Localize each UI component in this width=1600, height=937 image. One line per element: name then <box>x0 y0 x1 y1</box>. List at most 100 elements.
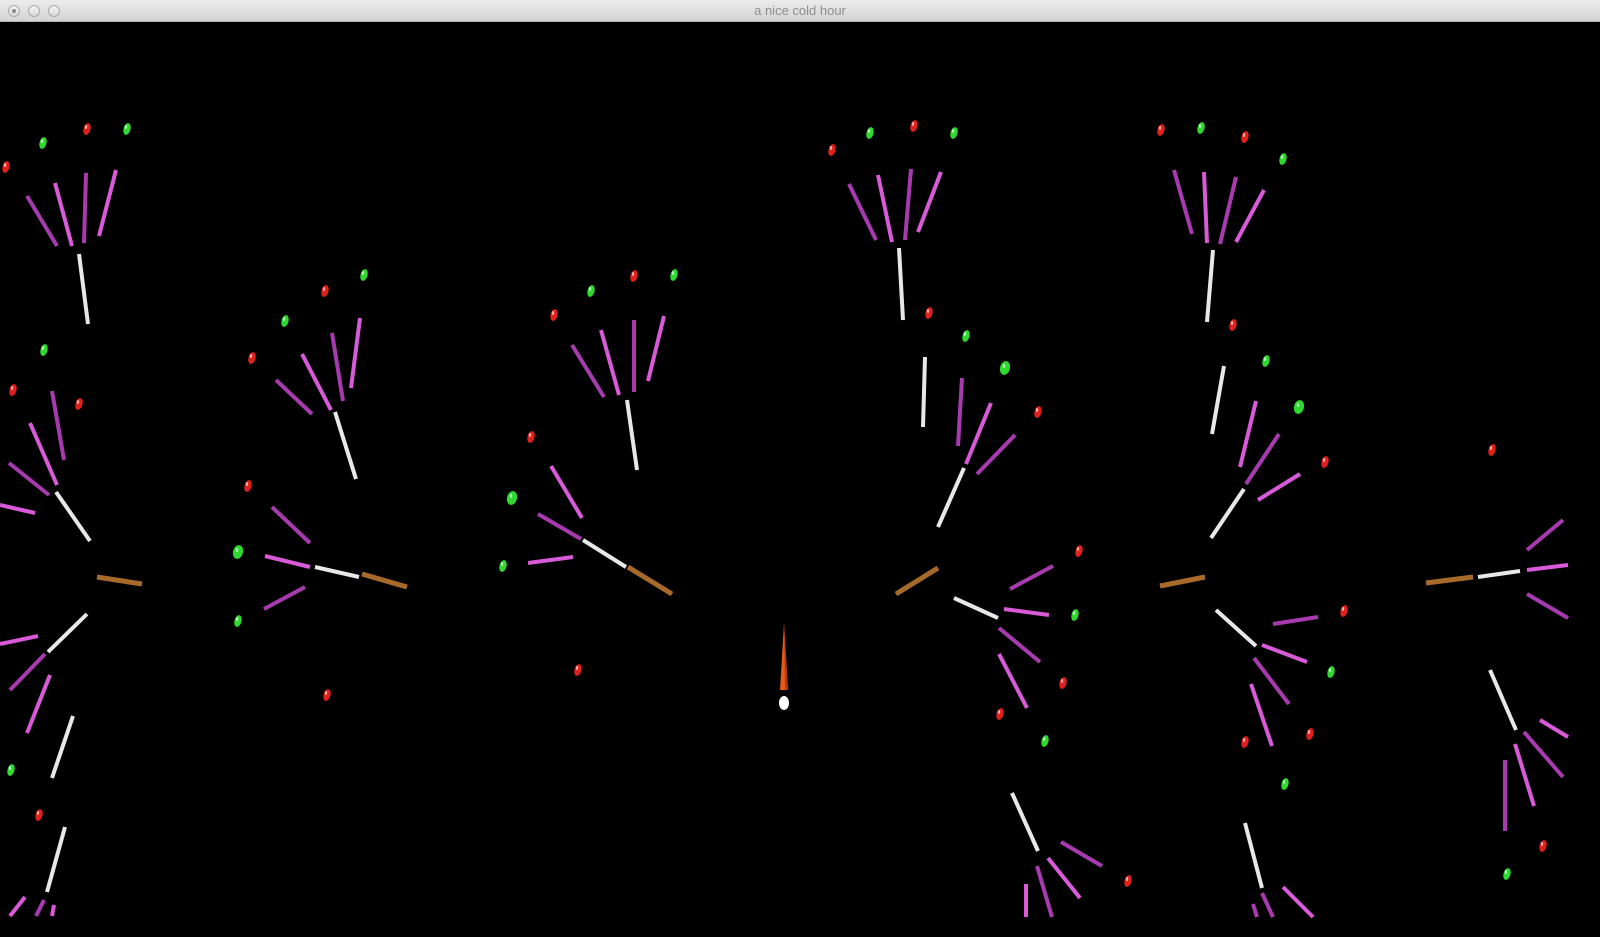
orb-highlight <box>1328 668 1332 672</box>
branch-stick <box>45 826 67 893</box>
branch-stick <box>625 399 639 471</box>
twig-stick <box>1035 865 1054 918</box>
twig-stick <box>903 168 913 241</box>
twig-stick <box>8 652 47 692</box>
orb-highlight <box>1307 730 1311 734</box>
orb <box>75 398 83 410</box>
twig-stick <box>1172 169 1194 235</box>
orb <box>962 330 970 342</box>
branch-stick <box>936 467 966 528</box>
orb <box>1293 400 1305 414</box>
orb <box>527 431 535 443</box>
orb <box>123 123 131 135</box>
orb <box>7 764 15 776</box>
orb-highlight <box>671 271 675 275</box>
orb-highlight <box>1198 124 1202 128</box>
orb <box>35 809 43 821</box>
orb-highlight <box>235 548 239 552</box>
twig-stick <box>330 332 345 402</box>
orb-highlight <box>1242 738 1246 742</box>
orb-highlight <box>322 287 326 291</box>
orb-highlight <box>867 129 871 133</box>
orb-highlight <box>588 287 592 291</box>
branch-stick <box>1488 669 1518 731</box>
orb-highlight <box>1489 446 1493 450</box>
twig-stick <box>964 402 993 465</box>
twig-stick <box>1009 564 1054 591</box>
orb <box>1262 355 1270 367</box>
twig-stick <box>263 585 306 611</box>
orb <box>1124 875 1132 887</box>
twig-stick <box>1046 856 1082 900</box>
twig-stick <box>1525 518 1565 552</box>
orb-highlight <box>911 122 915 126</box>
twig-stick <box>1260 892 1275 918</box>
twig-stick <box>1059 840 1104 868</box>
twig-stick <box>570 343 606 399</box>
orb-highlight <box>1242 133 1246 137</box>
fractal-trees <box>0 168 1570 919</box>
twig-stick <box>53 182 74 247</box>
trunk-stick <box>1159 574 1206 589</box>
orb <box>360 269 368 281</box>
orb <box>1034 406 1042 418</box>
branch-stick <box>333 411 358 480</box>
orb-highlight <box>1125 877 1129 881</box>
twig-stick <box>1249 683 1274 747</box>
orb <box>281 315 289 327</box>
orb <box>1229 319 1237 331</box>
twig-stick <box>34 899 46 917</box>
orb <box>83 123 91 135</box>
orb <box>1306 728 1314 740</box>
twig-stick <box>549 464 584 520</box>
orb <box>630 270 638 282</box>
orb-highlight <box>528 433 532 437</box>
twig-stick <box>1525 592 1570 620</box>
orb-highlight <box>41 346 45 350</box>
trunk-stick <box>96 574 143 587</box>
trunk-stick <box>1425 574 1474 586</box>
twig-stick <box>1272 615 1319 626</box>
twig-stick <box>1281 885 1315 919</box>
orb-highlight <box>10 386 14 390</box>
orb <box>234 615 242 627</box>
orb-highlight <box>500 562 504 566</box>
twig-stick <box>876 174 894 243</box>
orb <box>321 285 329 297</box>
orb-highlight <box>282 317 286 321</box>
orb <box>1059 677 1067 689</box>
orb <box>232 545 244 559</box>
orb <box>1071 609 1079 621</box>
orb-highlight <box>124 125 128 129</box>
orb-highlight <box>1230 321 1234 325</box>
twig-stick <box>25 194 59 248</box>
orb <box>40 344 48 356</box>
orb-highlight <box>1263 357 1267 361</box>
orb <box>1340 605 1348 617</box>
branch-stick <box>921 356 927 428</box>
twig-stick <box>1522 730 1565 779</box>
branch-stick <box>54 490 92 543</box>
orb-highlight <box>1504 870 1508 874</box>
twig-stick <box>274 378 314 416</box>
trunk-stick <box>361 571 408 590</box>
twig-stick <box>1261 643 1308 664</box>
orb-highlight <box>1282 780 1286 784</box>
twig-stick <box>50 390 66 461</box>
orb <box>587 285 595 297</box>
orb <box>506 491 518 505</box>
orb-highlight <box>3 163 7 167</box>
game-viewport[interactable] <box>0 22 1600 937</box>
orb <box>574 664 582 676</box>
twig-stick <box>1202 171 1209 244</box>
branch-stick <box>953 596 999 620</box>
orb <box>1327 666 1335 678</box>
twig-stick <box>25 674 52 734</box>
branch-stick <box>77 253 90 325</box>
twig-stick <box>349 317 362 389</box>
orb-highlight <box>36 811 40 815</box>
twig-stick <box>975 433 1017 476</box>
twig-stick <box>300 353 333 411</box>
twig-stick <box>646 315 666 382</box>
branch-stick <box>1214 608 1258 648</box>
